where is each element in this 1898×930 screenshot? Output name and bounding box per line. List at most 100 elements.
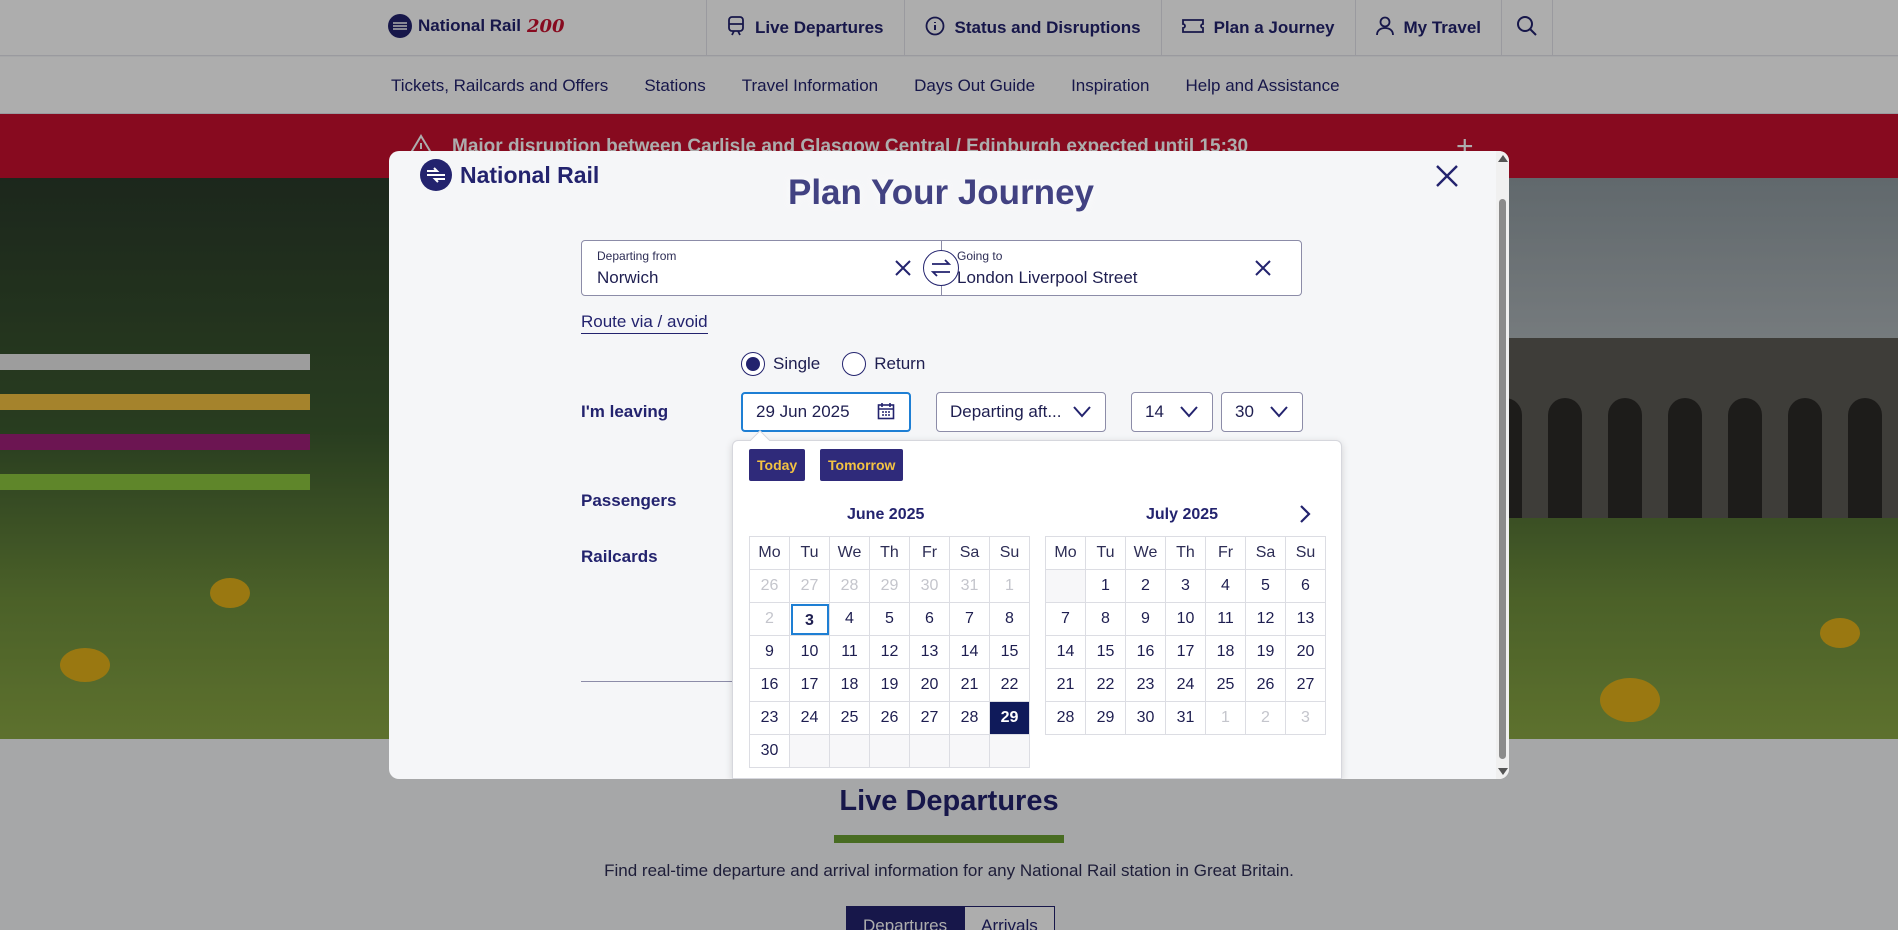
calendar-day[interactable]: 26 (1245, 668, 1286, 702)
calendar-day[interactable]: 19 (869, 668, 910, 702)
calendar-day[interactable]: 15 (989, 635, 1030, 669)
swap-stations-button[interactable] (923, 250, 959, 286)
passengers-label: Passengers (581, 491, 677, 510)
return-radio[interactable] (842, 352, 867, 376)
field-value[interactable]: Norwich (597, 268, 658, 288)
calendar-day[interactable]: 13 (909, 635, 950, 669)
calendar-day[interactable]: 21 (1045, 668, 1086, 702)
field-value[interactable]: London Liverpool Street (957, 268, 1138, 288)
weekday-header: Su (989, 536, 1030, 570)
modal-scrollbar[interactable] (1496, 151, 1509, 779)
calendar-day[interactable]: 1 (1085, 569, 1126, 603)
calendar-day[interactable]: 5 (1245, 569, 1286, 603)
calendar-day[interactable]: 8 (989, 602, 1030, 636)
calendar-day[interactable]: 3 (1165, 569, 1206, 603)
calendar-day[interactable]: 10 (789, 635, 830, 669)
radio-label: Single (773, 354, 821, 373)
calendar-day[interactable]: 26 (869, 701, 910, 735)
calendar-day[interactable]: 19 (1245, 635, 1286, 669)
weekday-header: Sa (1245, 536, 1286, 570)
weekday-header: Mo (1045, 536, 1086, 570)
calendar-day: 27 (789, 569, 830, 603)
tomorrow-button[interactable]: Tomorrow (820, 449, 904, 481)
single-radio[interactable] (741, 352, 765, 376)
calendar-day[interactable]: 7 (1045, 602, 1086, 636)
calendar-day[interactable]: 24 (789, 701, 830, 735)
calendar-day[interactable]: 4 (1205, 569, 1246, 603)
calendar-day-selected[interactable]: 29 (989, 701, 1030, 735)
calendar-day[interactable]: 12 (1245, 602, 1286, 636)
calendar-day[interactable]: 25 (829, 701, 870, 735)
today-button[interactable]: Today (749, 449, 806, 481)
calendar-day: 28 (829, 569, 870, 603)
calendar-day[interactable]: 18 (1205, 635, 1246, 669)
calendar-day-today[interactable]: 3 (789, 602, 830, 636)
date-value: 29 Jun 2025 (756, 402, 850, 421)
calendar-day[interactable]: 31 (1165, 701, 1206, 735)
clear-from-button[interactable] (893, 258, 913, 278)
date-input[interactable]: 29 Jun 2025 (741, 392, 911, 432)
calendar-day: 29 (869, 569, 910, 603)
departing-from-field[interactable]: Departing from Norwich (581, 240, 942, 296)
calendar-day[interactable]: 27 (909, 701, 950, 735)
calendar-day[interactable]: 18 (829, 668, 870, 702)
minute-select[interactable]: 30 (1221, 392, 1303, 432)
calendar-day[interactable]: 14 (949, 635, 990, 669)
calendar-day[interactable]: 23 (749, 701, 790, 735)
calendar-day[interactable]: 24 (1165, 668, 1206, 702)
calendar-day[interactable]: 17 (1165, 635, 1206, 669)
calendar-day[interactable]: 15 (1085, 635, 1126, 669)
plan-journey-modal: National Rail Plan Your Journey Departin… (389, 151, 1509, 779)
calendar-day[interactable]: 21 (949, 668, 990, 702)
calendar-empty-cell (789, 734, 830, 768)
calendar-day[interactable]: 12 (869, 635, 910, 669)
calendar-day[interactable]: 9 (749, 635, 790, 669)
calendar-day: 26 (749, 569, 790, 603)
calendar-day[interactable]: 4 (829, 602, 870, 636)
route-via-avoid-link[interactable]: Route via / avoid (581, 312, 708, 334)
weekday-header: Mo (749, 536, 790, 570)
calendar-day[interactable]: 28 (1045, 701, 1086, 735)
calendar-day[interactable]: 22 (1085, 668, 1126, 702)
calendar-day[interactable]: 29 (1085, 701, 1126, 735)
close-button[interactable] (1433, 162, 1461, 190)
calendar-day[interactable]: 23 (1125, 668, 1166, 702)
clear-to-button[interactable] (1253, 258, 1273, 278)
calendar-day[interactable]: 7 (949, 602, 990, 636)
calendar-day[interactable]: 16 (749, 668, 790, 702)
calendar-day[interactable]: 11 (829, 635, 870, 669)
calendar-empty-cell (1045, 569, 1086, 603)
close-icon (1255, 260, 1271, 276)
calendar-day[interactable]: 14 (1045, 635, 1086, 669)
calendar-day[interactable]: 16 (1125, 635, 1166, 669)
calendar-day[interactable]: 30 (749, 734, 790, 768)
going-to-field[interactable]: Going to London Liverpool Street (941, 240, 1302, 296)
calendar-day[interactable]: 6 (909, 602, 950, 636)
calendar-day[interactable]: 27 (1285, 668, 1326, 702)
calendar-day[interactable]: 2 (1125, 569, 1166, 603)
calendar-day[interactable]: 10 (1165, 602, 1206, 636)
calendar-day[interactable]: 8 (1085, 602, 1126, 636)
calendar-day[interactable]: 13 (1285, 602, 1326, 636)
calendar-icon[interactable] (877, 402, 895, 420)
time-mode-select[interactable]: Departing aft... (936, 392, 1106, 432)
calendar-day[interactable]: 20 (909, 668, 950, 702)
single-option[interactable]: Single (741, 352, 820, 376)
calendar-day[interactable]: 11 (1205, 602, 1246, 636)
calendar-day[interactable]: 28 (949, 701, 990, 735)
calendar-day[interactable]: 20 (1285, 635, 1326, 669)
calendar-day[interactable]: 9 (1125, 602, 1166, 636)
calendar-day[interactable]: 17 (789, 668, 830, 702)
calendar-day[interactable]: 6 (1285, 569, 1326, 603)
calendar-day[interactable]: 22 (989, 668, 1030, 702)
field-label: Going to (957, 249, 1003, 263)
calendar-day[interactable]: 25 (1205, 668, 1246, 702)
calendar-day[interactable]: 30 (1125, 701, 1166, 735)
close-icon (1436, 165, 1458, 187)
next-month-button[interactable] (1296, 504, 1314, 524)
calendar-day: 1 (989, 569, 1030, 603)
return-option[interactable]: Return (842, 352, 925, 376)
calendar-day[interactable]: 5 (869, 602, 910, 636)
weekday-header: We (829, 536, 870, 570)
hour-select[interactable]: 14 (1131, 392, 1213, 432)
